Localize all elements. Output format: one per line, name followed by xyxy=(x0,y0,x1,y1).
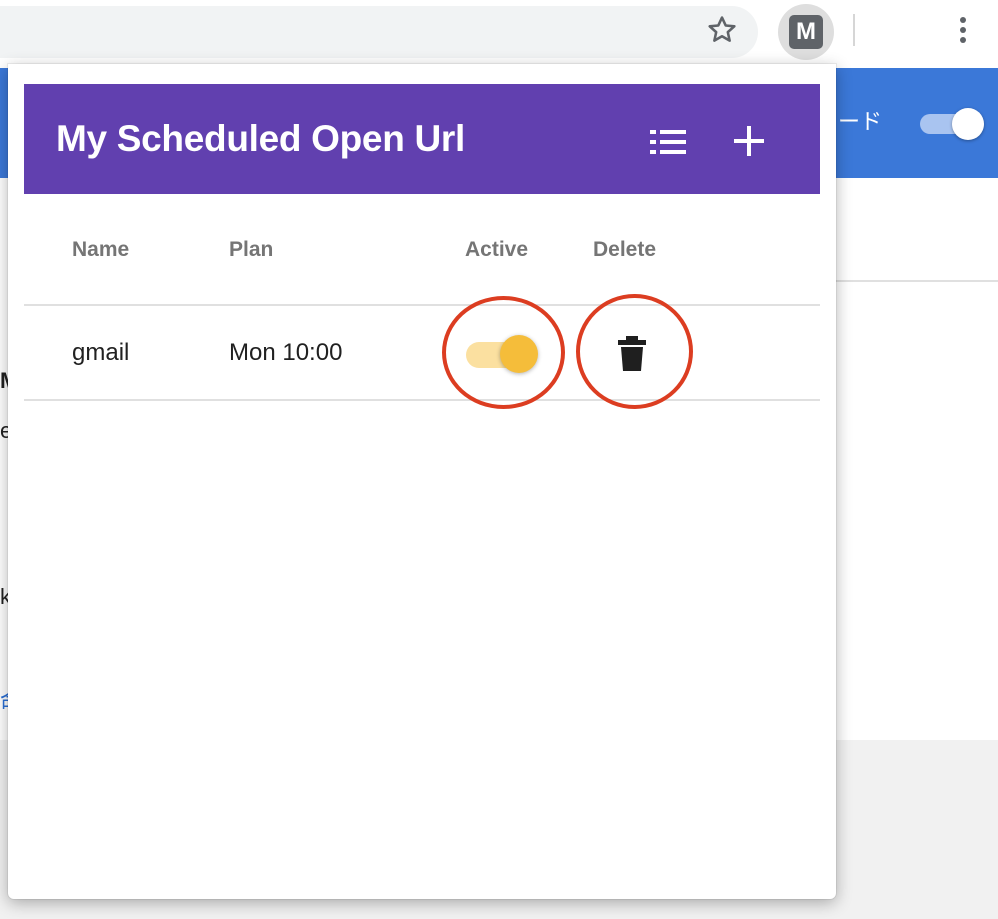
column-header-delete: Delete xyxy=(593,238,657,261)
app-header: My Scheduled Open Url xyxy=(24,84,820,194)
extension-m-icon: M xyxy=(789,15,823,49)
extension-button[interactable]: M xyxy=(778,4,834,60)
background-toggle-knob xyxy=(952,108,984,140)
row-name: gmail xyxy=(72,339,130,366)
background-banner-text: ード xyxy=(838,109,883,134)
list-icon xyxy=(650,130,686,154)
active-toggle-knob xyxy=(500,335,538,373)
toolbar-divider xyxy=(853,14,855,46)
more-vertical-icon[interactable] xyxy=(948,12,978,48)
table-row-divider xyxy=(24,399,820,401)
column-header-active: Active xyxy=(465,238,529,261)
column-header-name: Name xyxy=(72,238,130,261)
browser-toolbar: M xyxy=(0,0,998,64)
delete-button[interactable] xyxy=(614,332,650,374)
add-icon xyxy=(734,126,764,156)
row-plan: Mon 10:00 xyxy=(229,339,343,366)
extension-popup: My Scheduled Open Url Name Plan Active D… xyxy=(8,64,836,899)
trash-icon xyxy=(618,336,646,371)
table-header-divider xyxy=(24,304,820,306)
background-toggle[interactable] xyxy=(920,108,984,140)
add-button[interactable] xyxy=(728,120,770,162)
star-outline-icon[interactable] xyxy=(705,13,739,47)
address-bar[interactable] xyxy=(0,6,758,58)
app-title: My Scheduled Open Url xyxy=(56,118,465,159)
list-button[interactable] xyxy=(646,122,692,162)
column-header-plan: Plan xyxy=(229,238,274,261)
active-toggle[interactable] xyxy=(466,334,540,374)
background-divider xyxy=(836,280,998,282)
